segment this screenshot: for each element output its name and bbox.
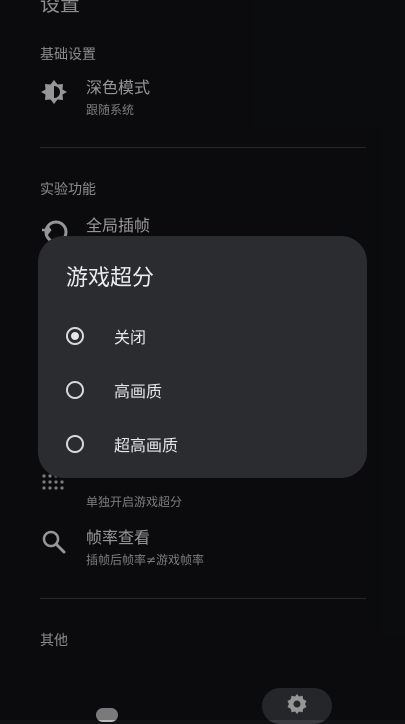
radio-unselected-icon[interactable]: [66, 381, 84, 399]
option-ultra-quality-label: 超高画质: [114, 436, 179, 455]
option-off-label: 关闭: [114, 328, 147, 347]
radio-selected-icon[interactable]: [66, 327, 84, 345]
game-sr-dialog: 游戏超分 关闭 高画质 超高画质: [38, 236, 367, 478]
dialog-title: 游戏超分: [66, 266, 155, 291]
radio-unselected-icon[interactable]: [66, 435, 84, 453]
option-ultra-quality[interactable]: 超高画质: [66, 424, 346, 464]
option-high-quality[interactable]: 高画质: [66, 370, 346, 410]
option-off[interactable]: 关闭: [66, 316, 346, 356]
option-high-quality-label: 高画质: [114, 382, 163, 401]
